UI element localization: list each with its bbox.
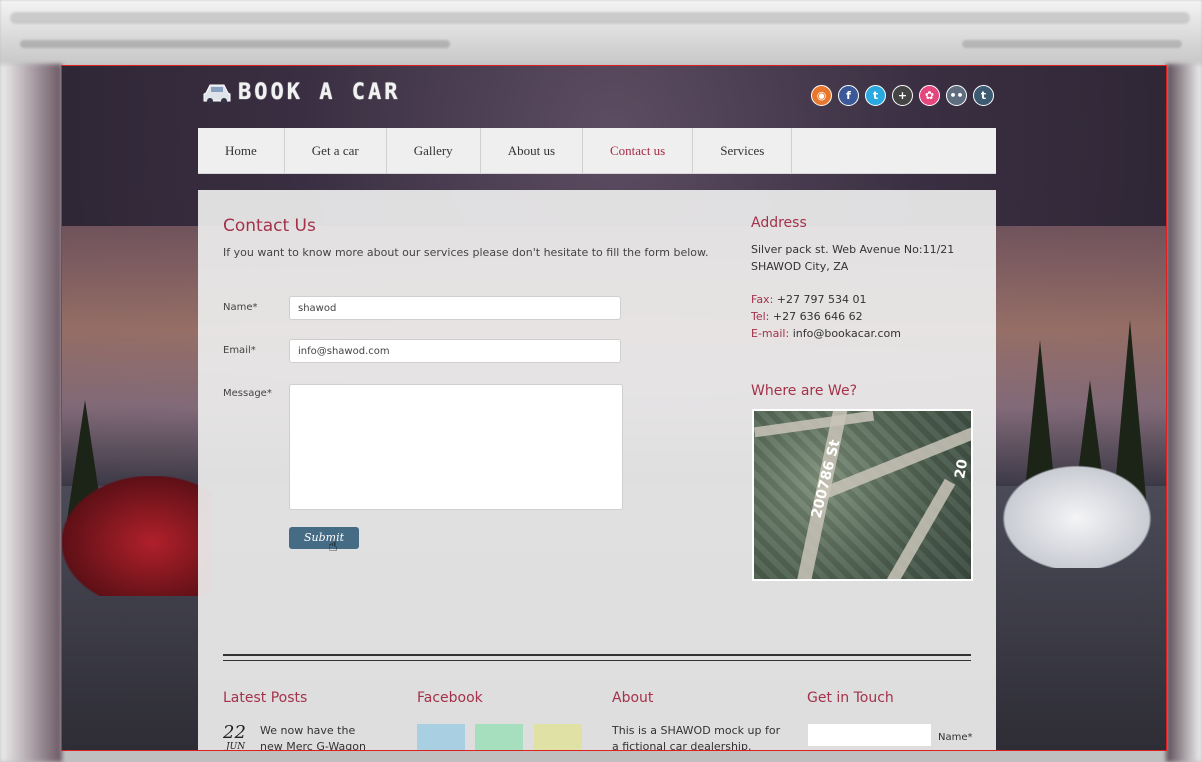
tumblr-icon[interactable]: t bbox=[973, 85, 994, 106]
location-map[interactable]: 200786 St 20 bbox=[752, 409, 973, 581]
email-line: E-mail: info@bookacar.com bbox=[751, 325, 901, 342]
browser-chrome-blurred bbox=[0, 0, 1202, 64]
post-month: JUN bbox=[226, 742, 246, 751]
contact-intro: If you want to know more about our servi… bbox=[223, 246, 709, 259]
address-heading: Address bbox=[751, 215, 807, 231]
dribbble-icon[interactable]: ✿ bbox=[919, 85, 940, 106]
tel-value: +27 636 646 62 bbox=[772, 310, 863, 323]
latest-posts-heading: Latest Posts bbox=[223, 690, 308, 706]
facebook-thumbnail[interactable] bbox=[417, 724, 465, 750]
car-icon bbox=[203, 84, 231, 104]
name-field[interactable]: shawod bbox=[289, 296, 621, 320]
submit-button[interactable]: Submit bbox=[289, 527, 359, 549]
page-title: Contact Us bbox=[223, 216, 316, 236]
twitter-icon[interactable]: t bbox=[865, 85, 886, 106]
nav-get-a-car[interactable]: Get a car bbox=[285, 128, 387, 173]
address-line1: Silver pack st. Web Avenue No:11/21 bbox=[751, 243, 955, 256]
map-street-label: 200786 St bbox=[808, 438, 844, 520]
post-link[interactable]: We now have the new Merc G-Wagon bbox=[260, 723, 380, 750]
fax-line: Fax: +27 797 534 01 bbox=[751, 291, 866, 308]
address-line2: SHAWOD City, ZA bbox=[751, 260, 849, 273]
about-text: This is a SHAWOD mock up for a fictional… bbox=[612, 724, 781, 751]
flickr-icon[interactable]: •• bbox=[946, 85, 967, 106]
social-icons: ◉ f t + ✿ •• t bbox=[811, 85, 994, 106]
rss-icon[interactable]: ◉ bbox=[811, 85, 832, 106]
email-label-contact: E-mail: bbox=[751, 327, 790, 340]
nav-about-us[interactable]: About us bbox=[481, 128, 583, 173]
tel-line: Tel: +27 636 646 62 bbox=[751, 308, 863, 325]
message-label: Message* bbox=[223, 388, 272, 399]
page-frame: BOOK A CAR ◉ f t + ✿ •• t Home Get a car… bbox=[61, 65, 1167, 751]
fax-label: Fax: bbox=[751, 293, 774, 306]
content-panel: Contact Us If you want to know more abou… bbox=[198, 190, 996, 750]
chrome-toolbar bbox=[962, 40, 1182, 48]
chrome-bar bbox=[10, 12, 1190, 24]
post-day: 22 bbox=[223, 722, 246, 743]
red-car-image bbox=[62, 476, 212, 596]
logo-text: BOOK A CAR bbox=[238, 80, 401, 105]
hand-cursor-icon: ☝ bbox=[328, 536, 338, 555]
section-divider bbox=[223, 654, 971, 661]
facebook-thumbnail[interactable] bbox=[475, 724, 523, 750]
site-logo[interactable]: BOOK A CAR bbox=[202, 80, 400, 105]
facebook-thumbnail[interactable] bbox=[534, 724, 582, 750]
map-road bbox=[754, 411, 875, 438]
nav-services[interactable]: Services bbox=[693, 128, 793, 173]
map-street-label-2: 20 bbox=[952, 458, 972, 480]
map-heading: Where are We? bbox=[751, 383, 857, 399]
nav-home[interactable]: Home bbox=[198, 128, 285, 173]
plus-icon[interactable]: + bbox=[892, 85, 913, 106]
nav-gallery[interactable]: Gallery bbox=[387, 128, 481, 173]
map-road bbox=[864, 478, 956, 579]
blurred-right-edge bbox=[1166, 64, 1202, 762]
email-field[interactable]: info@shawod.com bbox=[289, 339, 621, 363]
fax-value: +27 797 534 01 bbox=[776, 293, 867, 306]
blurred-left-edge bbox=[0, 64, 62, 762]
nav-contact-us[interactable]: Contact us bbox=[583, 128, 694, 173]
chrome-address-bar bbox=[20, 40, 450, 48]
tel-label: Tel: bbox=[751, 310, 770, 323]
facebook-icon[interactable]: f bbox=[838, 85, 859, 106]
touch-name-field[interactable] bbox=[807, 723, 932, 747]
touch-name-label: Name* bbox=[938, 732, 973, 743]
email-label: Email* bbox=[223, 345, 256, 356]
about-heading: About bbox=[612, 690, 654, 706]
get-in-touch-heading: Get in Touch bbox=[807, 690, 894, 706]
name-label: Name* bbox=[223, 302, 258, 313]
message-textarea[interactable] bbox=[289, 384, 623, 510]
email-value[interactable]: info@bookacar.com bbox=[793, 327, 901, 340]
main-nav: Home Get a car Gallery About us Contact … bbox=[198, 128, 996, 174]
white-car-image bbox=[992, 458, 1162, 568]
facebook-heading: Facebook bbox=[417, 690, 483, 706]
